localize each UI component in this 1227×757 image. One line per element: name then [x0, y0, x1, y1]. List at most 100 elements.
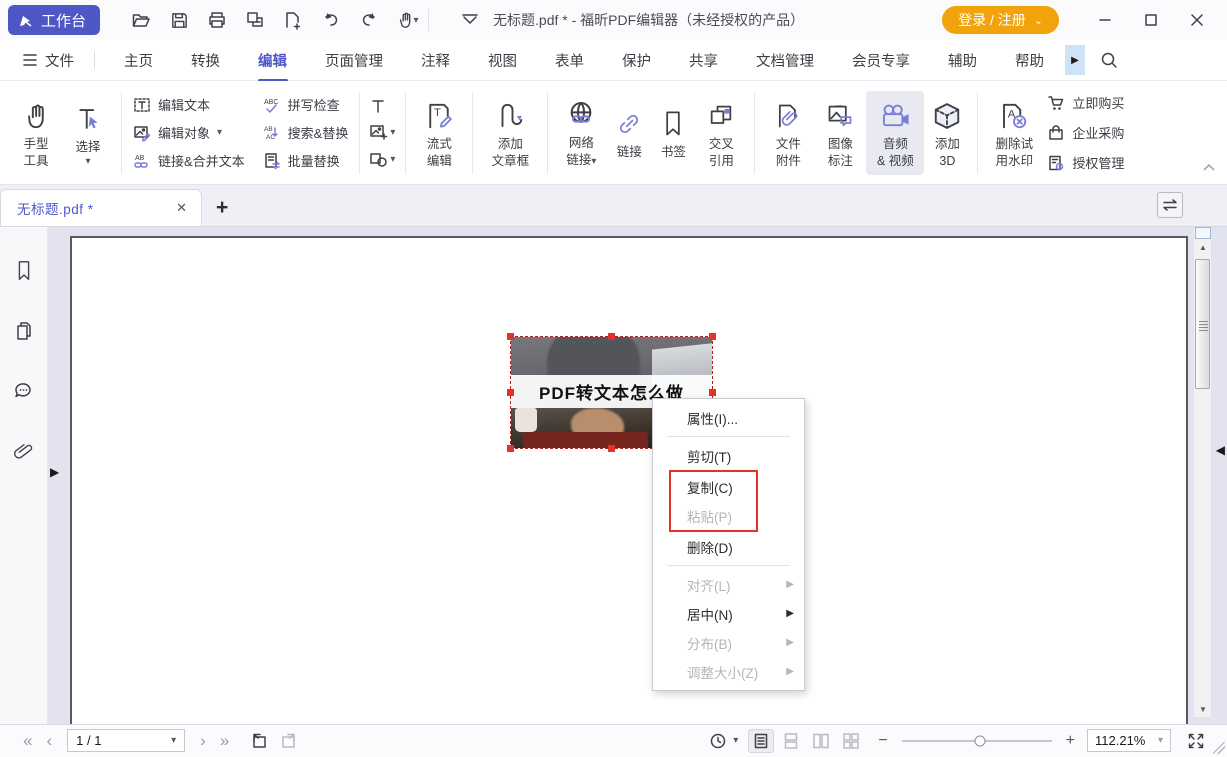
menu-member[interactable]: 会员专享 — [838, 40, 924, 81]
add-image-button[interactable]: ▾ — [370, 122, 395, 144]
edit-object-button[interactable]: 编辑对象 ▾ — [133, 121, 245, 145]
resize-handle-s[interactable] — [608, 445, 615, 452]
edit-text-button[interactable]: 编辑文本 — [133, 93, 245, 117]
undo-button[interactable] — [316, 5, 346, 35]
previous-page-button[interactable]: ‹ — [39, 732, 59, 749]
expand-right-panel-handle[interactable]: ◀ — [1216, 443, 1225, 457]
play-icon[interactable]: ▶ — [1065, 45, 1085, 75]
remove-trial-watermark-button[interactable]: A 删除试 用水印 — [985, 91, 1043, 175]
print-button[interactable] — [202, 5, 232, 35]
close-button[interactable] — [1177, 5, 1217, 35]
resize-handle-w[interactable] — [507, 389, 514, 396]
next-view-button[interactable] — [276, 729, 302, 753]
scroll-up-icon[interactable]: ▲ — [1194, 243, 1212, 252]
minimize-button[interactable] — [1085, 5, 1125, 35]
add-shape-button[interactable]: ▾ — [370, 149, 395, 171]
enterprise-purchase-button[interactable]: 企业采购 — [1047, 121, 1124, 145]
pdf-page[interactable] — [70, 236, 1188, 724]
pages-panel-button[interactable] — [10, 317, 38, 345]
login-register-button[interactable]: 登录 / 注册 ⌄ — [942, 6, 1059, 34]
add-3d-button[interactable]: 添加 3D — [924, 91, 970, 175]
menu-convert[interactable]: 转换 — [177, 40, 234, 81]
first-page-button[interactable]: « — [16, 732, 39, 749]
menu-doc-manage[interactable]: 文档管理 — [742, 40, 828, 81]
menu-assist[interactable]: 辅助 — [934, 40, 991, 81]
web-link-button[interactable]: 网络 链接▾ — [555, 90, 607, 175]
hand-tool-button[interactable]: 手型 工具 — [10, 91, 62, 175]
continuous-view-button[interactable] — [778, 729, 804, 753]
menu-help[interactable]: 帮助 — [1001, 40, 1058, 81]
link-merge-text-button[interactable]: AB 链接&合并文本 — [133, 149, 245, 173]
page-number-select[interactable]: 1 / 1 ▾ — [67, 729, 185, 752]
facing-continuous-view-button[interactable] — [838, 729, 864, 753]
single-page-view-button[interactable] — [748, 729, 774, 753]
audio-video-button[interactable]: 音频 & 视频 — [866, 91, 924, 175]
save-button[interactable] — [164, 5, 194, 35]
vertical-scrollbar[interactable]: ▲ ▼ — [1193, 227, 1211, 717]
workspace-button[interactable]: 工作台 — [8, 5, 100, 35]
zoom-slider[interactable] — [902, 740, 1052, 742]
comments-panel-button[interactable] — [10, 377, 38, 405]
maximize-button[interactable] — [1131, 5, 1171, 35]
search-button[interactable] — [1099, 50, 1119, 70]
close-tab-icon[interactable]: ✕ — [172, 198, 191, 218]
menu-home[interactable]: 主页 — [110, 40, 167, 81]
flow-edit-button[interactable]: T 流式 编辑 — [413, 91, 465, 175]
context-delete[interactable]: 删除(D) — [653, 532, 804, 561]
menu-share[interactable]: 共享 — [675, 40, 732, 81]
scrollbar-split-box[interactable] — [1195, 227, 1211, 239]
expand-left-panel-handle[interactable]: ▶ — [50, 465, 59, 479]
new-tab-button[interactable]: + — [216, 196, 228, 220]
menu-protect[interactable]: 保护 — [608, 40, 665, 81]
quick-action-hand-button[interactable]: ▾ — [392, 5, 422, 35]
extract-page-button[interactable] — [240, 5, 270, 35]
caret-down-icon[interactable]: ▾ — [733, 735, 738, 746]
menu-form[interactable]: 表单 — [541, 40, 598, 81]
menu-edit[interactable]: 编辑 — [244, 40, 301, 81]
scrollbar-thumb[interactable] — [1195, 259, 1210, 389]
collapse-ribbon-button[interactable] — [1203, 158, 1215, 176]
zoom-slider-thumb[interactable] — [974, 735, 985, 746]
resize-handle-sw[interactable] — [507, 445, 514, 452]
menu-page-manage[interactable]: 页面管理 — [311, 40, 397, 81]
window-resize-grip[interactable] — [1213, 742, 1225, 754]
zoom-in-button[interactable]: + — [1064, 732, 1077, 750]
menu-comment[interactable]: 注释 — [407, 40, 464, 81]
collapse-toolbar-icon[interactable] — [461, 14, 479, 26]
resize-handle-ne[interactable] — [709, 333, 716, 340]
resize-handle-n[interactable] — [608, 333, 615, 340]
context-properties[interactable]: 属性(I)... — [653, 403, 804, 432]
buy-now-button[interactable]: 立即购买 — [1047, 91, 1124, 115]
bookmarks-panel-button[interactable] — [10, 257, 38, 285]
previous-view-button[interactable] — [246, 729, 272, 753]
image-annotation-button[interactable]: 图像 标注 — [814, 91, 866, 175]
document-tab[interactable]: 无标题.pdf * ✕ — [0, 189, 202, 226]
zoom-level-select[interactable]: 112.21% ▾ — [1087, 729, 1171, 752]
open-file-button[interactable] — [126, 5, 156, 35]
add-article-box-button[interactable]: 添加 文章框 — [480, 91, 540, 175]
redo-button[interactable] — [354, 5, 384, 35]
menu-file[interactable]: 文件 — [12, 50, 84, 71]
link-button[interactable]: 链接 — [607, 99, 651, 166]
file-attachment-button[interactable]: 文件 附件 — [762, 91, 814, 175]
resize-handle-nw[interactable] — [507, 333, 514, 340]
add-page-button[interactable] — [278, 5, 308, 35]
bookmark-button[interactable]: 书签 — [651, 99, 695, 166]
zoom-out-button[interactable]: − — [876, 732, 889, 750]
add-text-button[interactable] — [370, 95, 395, 117]
spell-check-button[interactable]: ABC 拼写检查 — [263, 93, 349, 117]
resize-handle-e[interactable] — [709, 389, 716, 396]
cross-reference-button[interactable]: 交叉 引用 — [695, 91, 747, 175]
select-tool-button[interactable]: 选择 ▾ — [62, 94, 114, 172]
batch-replace-button[interactable]: 批量替换 — [263, 149, 349, 173]
facing-view-button[interactable] — [808, 729, 834, 753]
license-manage-button[interactable]: 授权管理 — [1047, 151, 1124, 175]
switch-tabs-button[interactable] — [1157, 192, 1183, 218]
scroll-down-icon[interactable]: ▼ — [1194, 705, 1212, 714]
search-replace-button[interactable]: ABAC 搜索&替换 — [263, 121, 349, 145]
menu-view[interactable]: 视图 — [474, 40, 531, 81]
last-page-button[interactable]: » — [213, 732, 236, 749]
context-center[interactable]: 居中(N)▶ — [653, 599, 804, 628]
next-page-button[interactable]: › — [193, 732, 213, 749]
attachments-panel-button[interactable] — [10, 437, 38, 465]
